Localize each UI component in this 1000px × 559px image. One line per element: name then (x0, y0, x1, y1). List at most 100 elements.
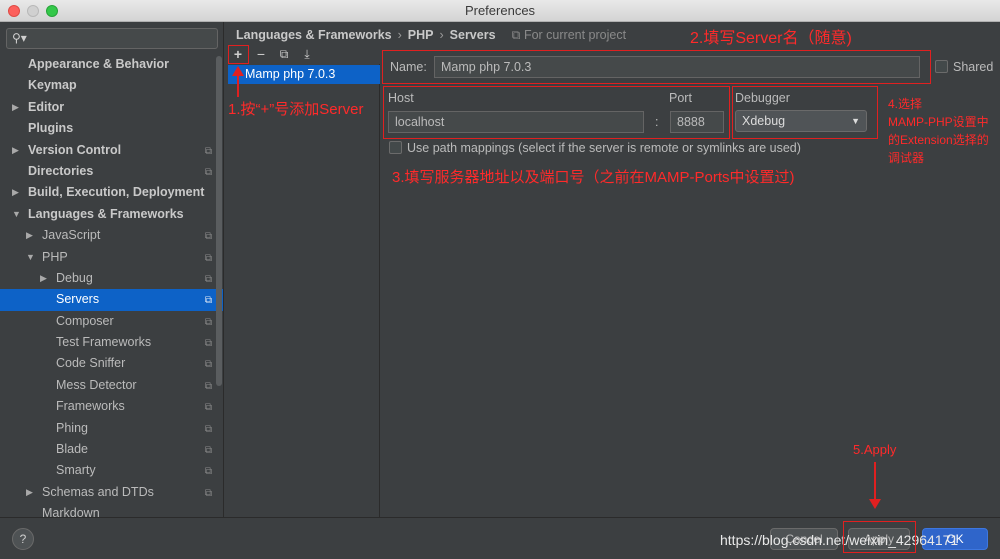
chevron-right-icon[interactable]: ▶ (40, 268, 47, 289)
annotation-box-add (228, 45, 249, 64)
sidebar-item-servers[interactable]: Servers ⧉ (0, 289, 223, 311)
sidebar-item-label: PHP (42, 249, 68, 264)
breadcrumb-separator: › (397, 28, 402, 42)
server-list-item[interactable]: Mamp php 7.0.3 (228, 65, 380, 84)
sidebar-item-mess-detector[interactable]: Mess Detector ⧉ (0, 375, 223, 396)
remove-server-button[interactable]: − (252, 45, 270, 63)
use-path-mappings-checkbox[interactable] (389, 141, 402, 154)
annotation-box-apply (843, 521, 916, 553)
chevron-right-icon[interactable]: ▶ (12, 97, 19, 118)
shared-label: Shared (953, 60, 994, 74)
annotation-box-debugger (732, 86, 878, 139)
annotation-step5: 5.Apply (853, 442, 897, 457)
sidebar-item-php[interactable]: ▼ PHP ⧉ (0, 247, 223, 268)
annotation-arrow (237, 75, 239, 97)
shared-checkbox[interactable] (935, 60, 948, 73)
project-settings-icon: ⧉ (204, 252, 212, 264)
annotation-box-host-port (383, 86, 730, 139)
sidebar-item-label: Build, Execution, Deployment (28, 185, 205, 200)
sidebar-item-appearance-behavior[interactable]: Appearance & Behavior (0, 54, 223, 75)
project-settings-icon: ⧉ (204, 380, 212, 392)
sidebar-item-keymap[interactable]: Keymap (0, 75, 223, 96)
sidebar-item-label: Servers (56, 292, 100, 307)
copy-icon[interactable]: ⧉ (275, 45, 293, 63)
sidebar-item-label: Composer (56, 313, 114, 328)
title-bar: Preferences (0, 0, 1000, 22)
sidebar-item-plugins[interactable]: Plugins (0, 118, 223, 139)
sidebar-item-build-execution-deployment[interactable]: ▶ Build, Execution, Deployment (0, 182, 223, 203)
sidebar-item-label: Directories (28, 163, 94, 178)
project-settings-icon: ⧉ (204, 316, 212, 328)
sidebar-item-languages-frameworks[interactable]: ▼ Languages & Frameworks (0, 204, 223, 225)
watermark-text: https://blog.csdn.net/weixin_42964171 (720, 532, 959, 548)
sidebar-item-directories[interactable]: Directories ⧉ (0, 161, 223, 182)
window-title: Preferences (464, 3, 536, 18)
annotation-step4: 4.选择 MAMP-PHP设置中 的Extension选择的 调试器 (888, 97, 989, 165)
sidebar-item-smarty[interactable]: Smarty ⧉ (0, 460, 223, 481)
chevron-right-icon[interactable]: ▶ (26, 482, 33, 503)
sidebar-item-label: Version Control (28, 142, 122, 157)
sidebar-item-phing[interactable]: Phing ⧉ (0, 418, 223, 439)
sidebar-item-markdown[interactable]: Markdown (0, 503, 223, 517)
sidebar-item-version-control[interactable]: ▶ Version Control ⧉ (0, 140, 223, 161)
for-current-project-note: ⧉ For current project (511, 28, 627, 42)
project-settings-icon: ⧉ (204, 466, 212, 478)
project-settings-icon: ⧉ (204, 487, 212, 499)
sidebar-item-editor[interactable]: ▶ Editor (0, 97, 223, 118)
sidebar-item-label: Blade (56, 442, 88, 457)
project-settings-icon: ⧉ (204, 445, 212, 457)
sidebar-item-label: Test Frameworks (56, 335, 152, 350)
chevron-down-icon[interactable]: ▼ (12, 204, 21, 225)
chevron-right-icon[interactable]: ▶ (26, 225, 33, 246)
breadcrumb: Languages & Frameworks › PHP › Servers ⧉ For … (236, 26, 626, 44)
sidebar-item-label: Schemas and DTDs (42, 484, 154, 499)
sidebar-item-label: Plugins (28, 121, 74, 136)
breadcrumb-languages-frameworks: Languages & Frameworks (236, 28, 392, 42)
sidebar-item-label: Smarty (56, 463, 96, 478)
annotation-arrowhead (869, 499, 881, 509)
sidebar-item-label: JavaScript (42, 228, 101, 243)
servers-list: Mamp php 7.0.3 (228, 64, 380, 517)
sidebar-item-test-frameworks[interactable]: Test Frameworks ⧉ (0, 332, 223, 353)
sidebar-item-composer[interactable]: Composer ⧉ (0, 311, 223, 332)
annotation-box-name (382, 50, 931, 84)
chevron-right-icon[interactable]: ▶ (12, 182, 19, 203)
annotation-step1: 1.按“+”号添加Server (228, 101, 364, 118)
project-settings-icon: ⧉ (204, 295, 212, 307)
project-settings-icon: ⧉ (204, 273, 212, 285)
sidebar-item-code-sniffer[interactable]: Code Sniffer ⧉ (0, 353, 223, 374)
project-settings-icon: ⧉ (204, 166, 212, 178)
sidebar-item-label: Debug (56, 270, 93, 285)
settings-sidebar: ⚲▾ Appearance & Behavior Keymap ▶ Editor Plu… (0, 22, 224, 517)
project-settings-icon: ⧉ (204, 423, 212, 435)
project-settings-icon: ⧉ (204, 402, 212, 414)
breadcrumb-servers: Servers (449, 28, 496, 42)
sidebar-item-label: Markdown (42, 506, 100, 517)
use-path-mappings-label: Use path mappings (select if the server … (407, 141, 801, 155)
sidebar-item-schemas-and-dtds[interactable]: ▶ Schemas and DTDs ⧉ (0, 482, 223, 503)
settings-tree: Appearance & Behavior Keymap ▶ Editor Plugin… (0, 54, 223, 517)
settings-search-input[interactable]: ⚲▾ (6, 28, 218, 49)
sidebar-scrollbar[interactable] (216, 56, 222, 386)
sidebar-item-label: Appearance & Behavior (28, 57, 170, 71)
annotation-step3: 3.填写服务器地址以及端口号（之前在MAMP-Ports中设置过) (392, 169, 795, 186)
sidebar-item-label: Phing (56, 420, 88, 435)
search-icon: ⚲▾ (12, 31, 27, 45)
import-icon[interactable]: ⤓ (298, 45, 316, 63)
breadcrumb-php: PHP (407, 28, 434, 42)
sidebar-item-label: Keymap (28, 78, 77, 93)
sidebar-item-debug[interactable]: ▶ Debug ⧉ (0, 268, 223, 289)
project-settings-icon: ⧉ (204, 145, 212, 157)
copy-icon: ⧉ (511, 28, 524, 42)
chevron-down-icon[interactable]: ▼ (26, 247, 35, 268)
breadcrumb-separator: › (439, 28, 444, 42)
annotation-arrow (874, 462, 876, 500)
project-settings-icon: ⧉ (204, 359, 212, 371)
sidebar-item-blade[interactable]: Blade ⧉ (0, 439, 223, 460)
sidebar-item-label: Mess Detector (56, 377, 137, 392)
help-button[interactable]: ? (12, 528, 34, 550)
sidebar-item-label: Code Sniffer (56, 356, 126, 371)
chevron-right-icon[interactable]: ▶ (12, 140, 19, 161)
sidebar-item-javascript[interactable]: ▶ JavaScript ⧉ (0, 225, 223, 246)
sidebar-item-frameworks[interactable]: Frameworks ⧉ (0, 396, 223, 417)
